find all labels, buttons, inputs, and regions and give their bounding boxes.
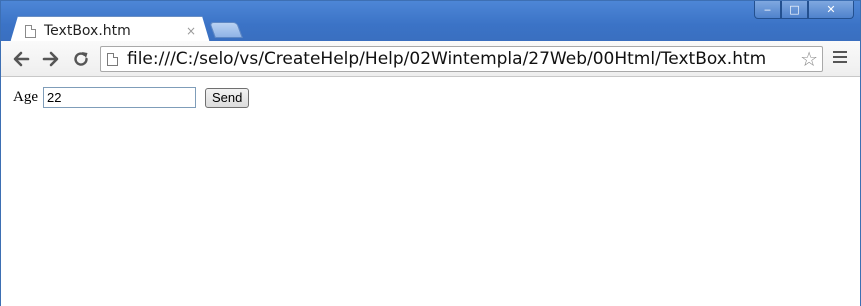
forward-arrow-icon xyxy=(42,51,59,67)
age-form: Age Send xyxy=(13,87,250,108)
url-text[interactable]: file:///C:/selo/vs/CreateHelp/Help/02Win… xyxy=(127,49,766,69)
address-bar[interactable]: file:///C:/selo/vs/CreateHelp/Help/02Win… xyxy=(100,46,823,72)
window-controls: ‒ □ ✕ xyxy=(754,1,854,19)
tab-close-icon[interactable]: × xyxy=(185,24,197,38)
tab-title: TextBox.htm xyxy=(44,23,131,39)
new-tab-button[interactable] xyxy=(209,22,243,38)
reload-button[interactable] xyxy=(69,47,93,71)
page-icon xyxy=(25,24,36,38)
page-icon xyxy=(107,53,118,66)
browser-window: ‒ □ ✕ TextBox.htm × file:///C:/selo/vs/C… xyxy=(0,0,861,306)
age-input[interactable] xyxy=(43,87,196,108)
page-content: Age Send xyxy=(1,78,860,306)
back-arrow-icon xyxy=(13,51,30,67)
reload-icon xyxy=(74,52,88,66)
back-button[interactable] xyxy=(9,47,33,71)
forward-button[interactable] xyxy=(39,47,63,71)
tab-textbox[interactable]: TextBox.htm × xyxy=(10,16,210,43)
maximize-button[interactable]: □ xyxy=(781,1,808,19)
send-button[interactable]: Send xyxy=(205,87,250,108)
navigation-toolbar: file:///C:/selo/vs/CreateHelp/Help/02Win… xyxy=(1,41,860,77)
menu-icon[interactable] xyxy=(833,51,847,65)
age-label: Age xyxy=(13,89,38,105)
minimize-button[interactable]: ‒ xyxy=(754,1,781,19)
close-window-button[interactable]: ✕ xyxy=(808,1,854,19)
star-icon[interactable]: ☆ xyxy=(800,48,818,70)
